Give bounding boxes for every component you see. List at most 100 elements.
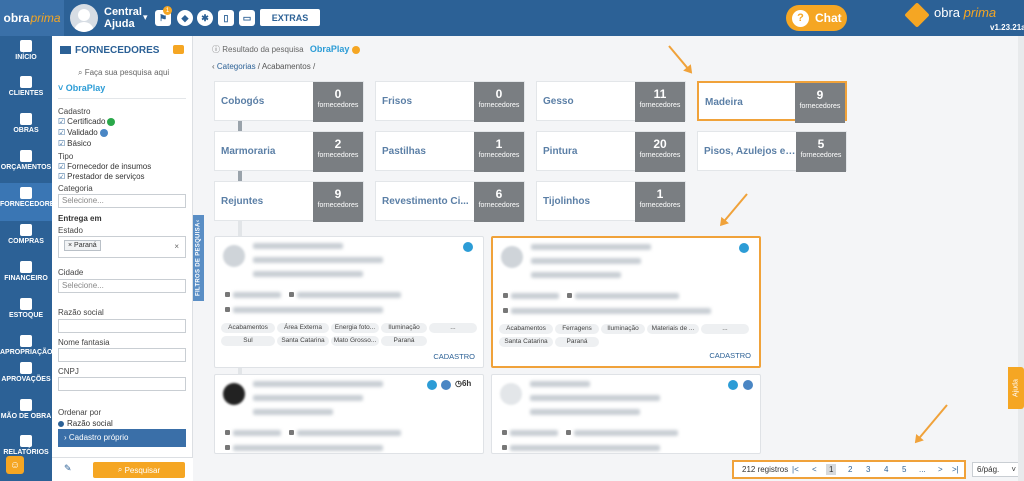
prev-page-button[interactable]: < (812, 465, 817, 474)
cnpj-input[interactable] (58, 377, 186, 391)
category-count-box: 6 fornecedores (474, 182, 524, 222)
next-page-button[interactable]: > (938, 465, 943, 474)
last-page-button[interactable]: >| (952, 465, 959, 474)
supplier-logo (501, 246, 523, 268)
nav-item-aprovacoes[interactable]: APROVAÇÕES (0, 358, 52, 396)
page-5[interactable]: 5 (902, 465, 906, 474)
cidade-select[interactable]: Selecione... (58, 279, 186, 293)
first-page-button[interactable]: |< (792, 465, 799, 474)
per-page-select[interactable]: 6/pág. ˅ (972, 462, 1020, 477)
ordenar-label: Ordenar por (58, 408, 102, 417)
categoria-select[interactable]: Selecione... (58, 194, 186, 208)
page-scrollbar[interactable] (1018, 36, 1024, 481)
nav-item-fornecedores[interactable]: FORNECEDORES (0, 183, 59, 221)
supplier-card[interactable] (491, 374, 761, 454)
phone-icon[interactable]: ▯ (218, 10, 234, 26)
filter-collapse-tab[interactable]: FILTROS DE PESQUISA ‹ (193, 215, 204, 301)
monitor-icon[interactable]: ▭ (239, 10, 255, 26)
gear-icon[interactable]: ✱ (197, 10, 213, 26)
radio-razao-social[interactable]: Razão social (58, 419, 113, 428)
category-card[interactable]: Tijolinhos 1 fornecedores (536, 181, 686, 222)
category-count-box: 0 fornecedores (313, 82, 363, 122)
nav-item-compras[interactable]: COMPRAS (0, 220, 52, 258)
app-logo[interactable]: obra prima (0, 0, 64, 36)
category-card[interactable]: Pintura 20 fornecedores (536, 131, 686, 172)
graduation-cap-icon[interactable] (173, 45, 184, 54)
supplier-card[interactable]: Acabamentos Área Externa Energia foto...… (214, 236, 484, 368)
cadastro-link[interactable]: CADASTRO (709, 351, 751, 360)
category-count-label: fornecedores (478, 202, 520, 209)
category-card[interactable]: Revestimento Ci... 6 fornecedores (375, 181, 525, 222)
notification-badge: 1 (163, 6, 172, 15)
category-count-box: 11 fornecedores (635, 82, 685, 122)
page-4[interactable]: 4 (884, 465, 888, 474)
supplier-card[interactable]: Acabamentos Ferragens Iluminação Materia… (491, 236, 761, 368)
avatar[interactable] (70, 4, 98, 32)
graduation-cap-icon[interactable]: ◆ (177, 10, 193, 26)
user-name[interactable]: Central Ajuda (104, 6, 144, 30)
category-name: Cobogós (221, 96, 265, 107)
razao-social-input[interactable] (58, 319, 186, 333)
close-icon[interactable]: × (174, 241, 179, 253)
category-card[interactable]: Gesso 11 fornecedores (536, 81, 686, 122)
nav-item-clientes[interactable]: CLIENTES (0, 72, 52, 110)
breadcrumb-categorias[interactable]: Categorias (217, 62, 256, 71)
page-1[interactable]: 1 (826, 464, 837, 475)
page-2[interactable]: 2 (848, 465, 852, 474)
category-card[interactable]: Cobogós 0 fornecedores (214, 81, 364, 122)
page-3[interactable]: 3 (866, 465, 870, 474)
category-count: 0 (495, 87, 503, 101)
checkbox-validado[interactable]: ☑ Validado (58, 128, 108, 137)
category-count: 9 (334, 187, 342, 201)
chip: Paraná (381, 336, 427, 346)
list-check-icon (20, 362, 32, 374)
category-card[interactable]: Marmoraria 2 fornecedores (214, 131, 364, 172)
checkbox-fornecedor-insumos[interactable]: ☑ Fornecedor de insumos (58, 162, 151, 171)
nome-fantasia-input[interactable] (58, 348, 186, 362)
category-count: 6 (495, 187, 503, 201)
checkbox-certificado[interactable]: ☑ Certificado (58, 117, 116, 126)
nav-item-estoque[interactable]: ESTOQUE (0, 294, 52, 332)
category-card[interactable]: Madeira 9 fornecedores (697, 81, 847, 123)
obraplay-filter-toggle[interactable]: ˅ ObraPlay (58, 83, 186, 99)
cadastro-link[interactable]: CADASTRO (433, 352, 475, 361)
help-chat-icon[interactable]: ☺ (6, 456, 24, 474)
category-count: 2 (334, 137, 342, 151)
category-card[interactable]: Pisos, Azulejos e ... 5 fornecedores (697, 131, 847, 172)
checkbox-basico[interactable]: ☑ Básico (58, 139, 91, 148)
warning-icon[interactable] (352, 45, 361, 54)
clock-badge: ◷6h (455, 379, 472, 388)
category-count-label: fornecedores (639, 202, 681, 209)
category-card[interactable]: Pastilhas 1 fornecedores (375, 131, 525, 172)
supplier-card[interactable]: ◷6h (214, 374, 484, 454)
obraplay-badge-icon (739, 243, 749, 253)
category-name: Pastilhas (382, 146, 426, 157)
category-card[interactable]: Rejuntes 9 fornecedores (214, 181, 364, 222)
search-button[interactable]: ⌕ Pesquisar (93, 462, 185, 478)
chip: Santa Catarina (499, 337, 553, 347)
nav-item-orcamentos[interactable]: ORÇAMENTOS (0, 146, 52, 184)
category-card[interactable]: Frisos 0 fornecedores (375, 81, 525, 122)
validated-icon (441, 380, 451, 390)
category-name: Gesso (543, 96, 574, 107)
eraser-icon[interactable]: ✎ (64, 463, 78, 477)
chat-button[interactable]: ? Chat (786, 5, 847, 31)
cidade-label: Cidade (58, 268, 84, 277)
category-count-label: fornecedores (478, 102, 520, 109)
user-icon (20, 76, 32, 88)
checkbox-prestador-servicos[interactable]: ☑ Prestador de serviços (58, 172, 145, 181)
estado-tag[interactable]: × Paraná (64, 240, 101, 251)
obraplay-logo: ObraPlay (309, 44, 350, 54)
chevron-down-icon[interactable]: ▾ (143, 12, 148, 23)
nav-item-obras[interactable]: OBRAS (0, 109, 52, 147)
cadastro-proprio-option[interactable]: › Cadastro próprio (58, 429, 186, 447)
category-count: 0 (334, 87, 342, 101)
nav-item-mao-de-obra[interactable]: MÃO DE OBRA (0, 395, 52, 433)
estado-select[interactable]: × Paraná × (58, 236, 186, 258)
extras-button[interactable]: EXTRAS (260, 9, 320, 26)
razao-social-label: Razão social (58, 308, 104, 317)
ajuda-tab[interactable]: Ajuda (1008, 367, 1024, 409)
nav-item-financeiro[interactable]: FINANCEIRO (0, 257, 52, 295)
brand-logo-icon (904, 2, 930, 28)
nav-item-inicio[interactable]: INÍCIO (0, 36, 52, 74)
